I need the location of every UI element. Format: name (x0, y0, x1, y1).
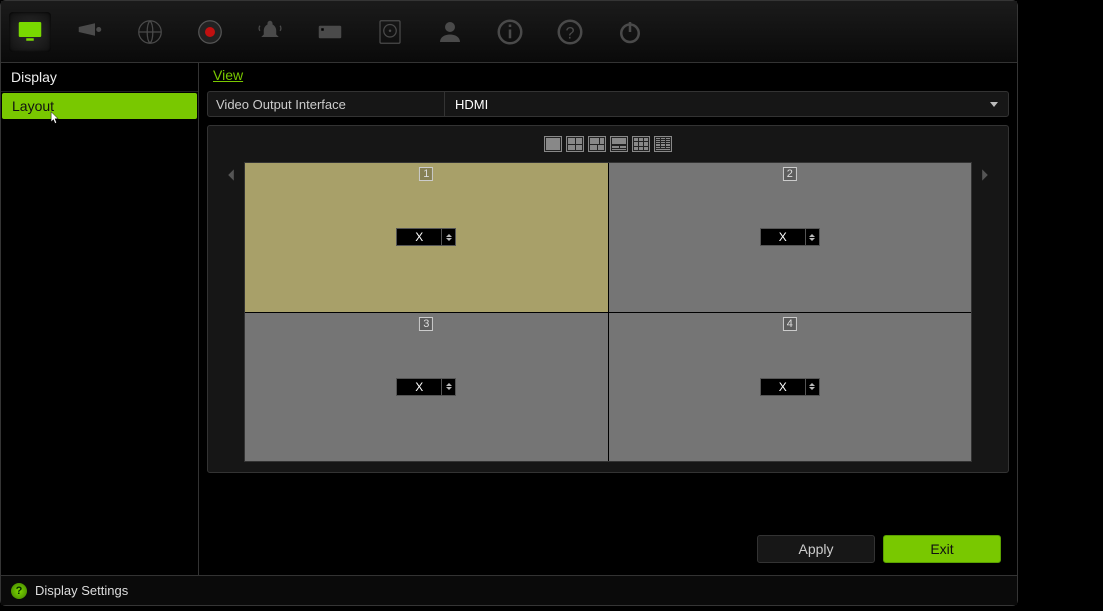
toolbar-alarm-icon[interactable] (249, 12, 291, 52)
sidebar-item-label: Layout (12, 98, 54, 114)
grid-cell-index: 4 (783, 317, 797, 331)
apply-button[interactable]: Apply (757, 535, 875, 563)
grid-cell-4[interactable]: 4 X (609, 313, 972, 462)
layout-grid: 1 X 2 X (244, 162, 972, 462)
app-window: ? Display Layout View Video Output Inter… (0, 0, 1018, 606)
sidebar-item-layout[interactable]: Layout (2, 93, 197, 119)
grid-area: 1 X 2 X (218, 162, 998, 462)
spinner-value: X (397, 380, 441, 394)
grid-cell-index: 3 (419, 317, 433, 331)
layout-4x4-icon[interactable] (654, 136, 672, 152)
toolbar-hdd-icon[interactable] (369, 12, 411, 52)
grid-cell-3[interactable]: 3 X (245, 313, 608, 462)
grid-cell-3-spinner[interactable]: X (396, 378, 456, 396)
video-output-select[interactable]: HDMI (444, 92, 1008, 116)
layout-2x2-icon[interactable] (566, 136, 584, 152)
content: Video Output Interface HDMI (199, 87, 1017, 523)
toolbar-record-icon[interactable] (189, 12, 231, 52)
toolbar-network-icon[interactable] (129, 12, 171, 52)
toolbar-power-icon[interactable] (609, 12, 651, 52)
tab-row: View (199, 63, 1017, 87)
toolbar-help-icon[interactable]: ? (549, 12, 591, 52)
layout-1plus7-icon[interactable] (610, 136, 628, 152)
toolbar-display-icon[interactable] (9, 12, 51, 52)
grid-cell-4-spinner[interactable]: X (760, 378, 820, 396)
spinner-value: X (761, 230, 805, 244)
sidebar-header: Display (1, 63, 198, 92)
chevron-down-icon (990, 102, 998, 107)
video-output-label: Video Output Interface (208, 97, 444, 112)
cursor-icon (50, 111, 60, 125)
grid-cell-index: 2 (783, 167, 797, 181)
status-text: Display Settings (35, 583, 128, 598)
toolbar-info-icon[interactable] (489, 12, 531, 52)
top-toolbar: ? (1, 1, 1017, 63)
help-icon[interactable]: ? (11, 583, 27, 599)
button-row: Apply Exit (199, 523, 1017, 575)
spinner-value: X (397, 230, 441, 244)
spinner-value: X (761, 380, 805, 394)
video-output-row: Video Output Interface HDMI (207, 91, 1009, 117)
exit-button[interactable]: Exit (883, 535, 1001, 563)
layout-1plus5-icon[interactable] (588, 136, 606, 152)
toolbar-user-icon[interactable] (429, 12, 471, 52)
toolbar-device-icon[interactable] (309, 12, 351, 52)
spinner-chevrons-icon (441, 229, 455, 245)
toolbar-camera-icon[interactable] (69, 12, 111, 52)
body: Display Layout View Video Output Interfa… (1, 63, 1017, 575)
spinner-chevrons-icon (805, 229, 819, 245)
main: View Video Output Interface HDMI (199, 63, 1017, 575)
grid-cell-1-spinner[interactable]: X (396, 228, 456, 246)
prev-page-arrow[interactable] (218, 162, 244, 462)
svg-text:?: ? (565, 24, 574, 42)
layout-mode-icons (218, 136, 998, 152)
next-page-arrow[interactable] (972, 162, 998, 462)
sidebar: Display Layout (1, 63, 199, 575)
annotation-lines (1018, 0, 1103, 606)
video-output-value: HDMI (455, 97, 488, 112)
grid-cell-2[interactable]: 2 X (609, 163, 972, 312)
spinner-chevrons-icon (805, 379, 819, 395)
layout-1x1-icon[interactable] (544, 136, 562, 152)
spinner-chevrons-icon (441, 379, 455, 395)
status-bar: ? Display Settings (1, 575, 1017, 605)
tab-view[interactable]: View (207, 65, 249, 85)
grid-cell-2-spinner[interactable]: X (760, 228, 820, 246)
layout-3x3-icon[interactable] (632, 136, 650, 152)
grid-cell-index: 1 (419, 167, 433, 181)
grid-cell-1[interactable]: 1 X (245, 163, 608, 312)
layout-panel: 1 X 2 X (207, 125, 1009, 473)
